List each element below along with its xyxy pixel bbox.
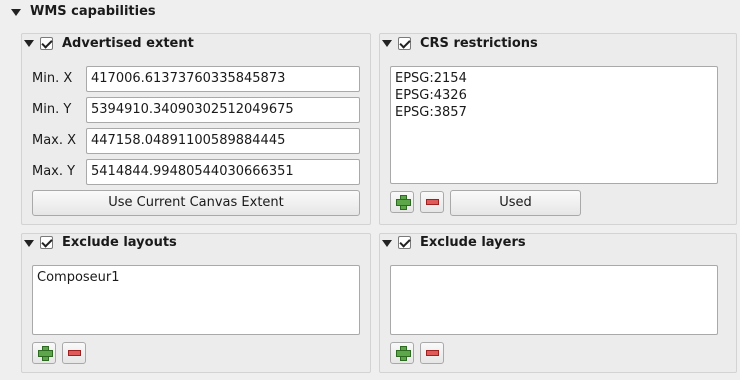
wms-capabilities-header[interactable]: WMS capabilities — [0, 0, 740, 26]
collapse-triangle-icon[interactable] — [382, 40, 392, 47]
plus-icon — [396, 346, 411, 361]
list-item[interactable]: EPSG:4326 — [395, 87, 713, 104]
max-y-field[interactable]: 5414844.99480544030666351 — [86, 159, 360, 185]
exclude-layers-title: Exclude layers — [420, 235, 526, 250]
min-y-label: Min. Y — [32, 102, 72, 117]
advertised-extent-title: Advertised extent — [62, 36, 194, 51]
min-y-field[interactable]: 5394910.34090302512049675 — [86, 97, 360, 123]
exclude-layouts-title: Exclude layouts — [62, 235, 177, 250]
use-current-canvas-extent-button[interactable]: Use Current Canvas Extent — [32, 190, 360, 216]
max-x-label: Max. X — [32, 133, 77, 148]
exclude-layers-checkbox[interactable] — [398, 236, 411, 249]
section-title: WMS capabilities — [30, 4, 156, 19]
exclude-layouts-checkbox[interactable] — [40, 236, 53, 249]
minus-icon — [426, 350, 439, 356]
collapse-triangle-icon[interactable] — [24, 240, 34, 247]
min-x-field[interactable]: 417006.61373760335845873 — [86, 66, 360, 92]
crs-restrictions-title: CRS restrictions — [420, 36, 538, 51]
collapse-triangle-icon[interactable] — [382, 240, 392, 247]
layouts-list[interactable]: Composeur1 — [32, 265, 360, 335]
crs-restrictions-checkbox[interactable] — [398, 37, 411, 50]
max-x-field[interactable]: 447158.04891100589884445 — [86, 128, 360, 154]
collapse-triangle-icon[interactable] — [11, 9, 21, 16]
add-layout-button[interactable] — [32, 342, 56, 364]
min-x-label: Min. X — [32, 71, 73, 86]
used-button[interactable]: Used — [450, 190, 581, 216]
crs-list[interactable]: EPSG:2154 EPSG:4326 EPSG:3857 — [390, 66, 718, 184]
list-item[interactable]: Composeur1 — [37, 269, 355, 286]
remove-crs-button[interactable] — [420, 191, 444, 213]
plus-icon — [396, 195, 411, 210]
minus-icon — [426, 199, 439, 205]
collapse-triangle-icon[interactable] — [24, 40, 34, 47]
max-y-label: Max. Y — [32, 164, 76, 179]
remove-layer-button[interactable] — [420, 342, 444, 364]
remove-layout-button[interactable] — [62, 342, 86, 364]
layers-list[interactable] — [390, 265, 718, 335]
plus-icon — [38, 346, 53, 361]
add-layer-button[interactable] — [390, 342, 414, 364]
list-item[interactable]: EPSG:3857 — [395, 104, 713, 121]
list-item[interactable]: EPSG:2154 — [395, 70, 713, 87]
minus-icon — [68, 350, 81, 356]
add-crs-button[interactable] — [390, 191, 414, 213]
advertised-extent-checkbox[interactable] — [40, 37, 53, 50]
